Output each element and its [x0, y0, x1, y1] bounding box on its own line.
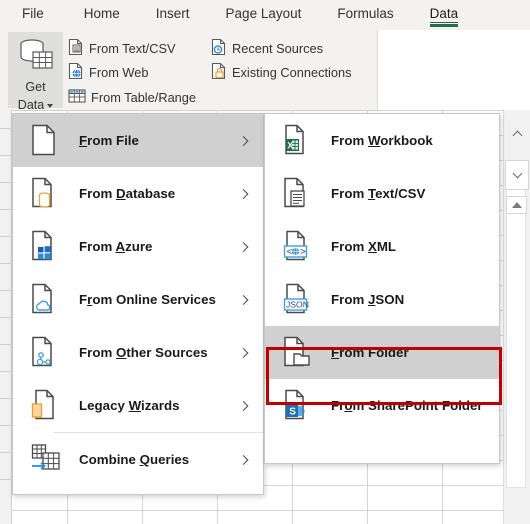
ribbon-from-table-range-label: From Table/Range — [91, 90, 197, 105]
combine-queries-icon — [31, 443, 61, 477]
triangle-up-icon — [511, 202, 522, 208]
ribbon-from-table-range[interactable]: From Table/Range — [68, 88, 196, 107]
get-data-label-line1: Get — [25, 80, 46, 94]
ribbon-existing-connections[interactable]: Existing Connections — [211, 62, 352, 83]
menu-item-from-database[interactable]: From Database — [13, 167, 263, 220]
submenu-item-from-folder-label: From Folder — [331, 345, 409, 360]
submenu-item-from-sharepoint-folder[interactable]: S From SharePoint Folder — [265, 379, 499, 432]
menu-item-legacy-wizards[interactable]: Legacy Wizards — [13, 379, 263, 432]
submenu-item-from-sharepoint-folder-label: From SharePoint Folder — [331, 398, 483, 413]
menu-item-from-azure[interactable]: From Azure — [13, 220, 263, 273]
svg-text:<: < — [287, 246, 293, 257]
tab-formulas[interactable]: Formulas — [327, 0, 403, 30]
svg-text:S: S — [289, 406, 296, 417]
text-document-icon — [283, 177, 313, 211]
ribbon-from-web[interactable]: From Web — [68, 62, 149, 83]
ribbon-right-blank — [378, 30, 530, 110]
menu-item-from-file-label: From File — [79, 133, 139, 148]
submenu-item-from-folder[interactable]: From Folder — [265, 326, 499, 379]
other-sources-icon — [31, 336, 61, 370]
get-data-button[interactable]: Get Data — [8, 32, 63, 112]
ribbon-from-text-csv-label: From Text/CSV — [89, 41, 176, 56]
chevron-down-icon — [512, 168, 522, 179]
menu-item-from-file[interactable]: From File — [13, 114, 263, 167]
submenu-item-from-workbook-label: From Workbook — [331, 133, 433, 148]
tab-insert[interactable]: Insert — [146, 0, 200, 30]
ribbon-group-divider — [377, 30, 378, 110]
menu-item-from-other-sources[interactable]: From Other Sources — [13, 326, 263, 379]
scroll-down-button[interactable] — [505, 160, 529, 190]
tab-insert-label: Insert — [155, 6, 190, 21]
menu-item-from-database-label: From Database — [79, 186, 176, 201]
tab-data-label: Data — [429, 6, 459, 23]
get-data-label-line2: Data — [17, 98, 45, 112]
menu-item-from-online-services-label: From Online Services — [79, 292, 216, 307]
legacy-wizards-icon — [31, 389, 61, 423]
database-table-icon — [17, 38, 55, 77]
menu-item-combine-queries-label: Combine Queries — [79, 452, 190, 467]
submenu-item-from-json-label: From JSON — [331, 292, 405, 307]
ribbon-recent-sources-label: Recent Sources — [232, 41, 324, 56]
tab-page-layout-label: Page Layout — [225, 6, 302, 21]
tab-home-label: Home — [83, 6, 120, 21]
excel-workbook-icon: X — [283, 124, 313, 158]
menu-item-from-online-services[interactable]: From Online Services — [13, 273, 263, 326]
folder-file-icon — [283, 336, 313, 370]
cloud-file-icon — [31, 283, 61, 317]
tab-data[interactable]: Data — [420, 0, 469, 30]
svg-text:JSON: JSON — [286, 299, 309, 309]
tab-formulas-label: Formulas — [337, 6, 394, 21]
menu-item-from-other-sources-label: From Other Sources — [79, 345, 208, 360]
row-header-strip[interactable] — [0, 110, 12, 524]
submenu-item-from-text-csv-label: From Text/CSV — [331, 186, 426, 201]
scroll-up-button[interactable] — [505, 120, 529, 148]
chevron-right-icon — [238, 347, 249, 358]
ribbon-existing-connections-label: Existing Connections — [232, 65, 352, 80]
menu-item-combine-queries[interactable]: Combine Queries — [13, 433, 263, 486]
ribbon-from-text-csv[interactable]: From Text/CSV — [68, 38, 176, 59]
globe-web-icon — [68, 62, 84, 83]
existing-connections-icon — [211, 62, 227, 83]
excel-window: File Home Insert Page Layout Formulas Da… — [0, 0, 530, 524]
chevron-right-icon — [238, 188, 249, 199]
svg-text:X: X — [287, 140, 293, 150]
azure-file-icon — [31, 230, 61, 264]
submenu-item-from-xml-label: From XML — [331, 239, 397, 254]
chevron-right-icon — [238, 241, 249, 252]
menu-item-from-azure-label: From Azure — [79, 239, 153, 254]
chevron-up-icon — [512, 130, 522, 141]
ribbon-from-web-label: From Web — [89, 65, 149, 80]
get-data-dropdown-menu[interactable]: From File From Database From Azure From … — [12, 113, 264, 495]
svg-text:>: > — [300, 246, 306, 257]
tab-file-label: File — [22, 6, 44, 21]
chevron-right-icon — [238, 400, 249, 411]
chevron-right-icon — [238, 454, 249, 465]
tab-home[interactable]: Home — [74, 0, 130, 30]
database-file-icon — [31, 177, 61, 211]
table-range-icon — [68, 88, 86, 107]
chevron-down-icon — [47, 103, 54, 108]
submenu-item-from-workbook[interactable]: X From Workbook — [265, 114, 499, 167]
menu-item-legacy-wizards-label: Legacy Wizards — [79, 398, 180, 413]
text-csv-icon — [68, 38, 84, 59]
tab-file[interactable]: File — [12, 0, 54, 30]
sharepoint-icon: S — [283, 389, 313, 423]
scrollbar-thumb[interactable] — [506, 188, 526, 488]
submenu-item-from-text-csv[interactable]: From Text/CSV — [265, 167, 499, 220]
recent-clock-icon — [211, 38, 227, 59]
xml-icon: < > — [283, 230, 313, 264]
tab-page-layout[interactable]: Page Layout — [216, 0, 312, 30]
from-file-submenu[interactable]: X From Workbook From Text/CSV < > From X… — [264, 113, 500, 464]
chevron-right-icon — [238, 135, 249, 146]
scroll-split-button[interactable] — [506, 196, 527, 214]
chevron-right-icon — [238, 294, 249, 305]
file-icon — [31, 124, 61, 158]
ribbon-recent-sources[interactable]: Recent Sources — [211, 38, 323, 59]
json-icon: JSON — [283, 283, 313, 317]
submenu-item-from-json[interactable]: JSON From JSON — [265, 273, 499, 326]
submenu-item-from-xml[interactable]: < > From XML — [265, 220, 499, 273]
ribbon-tabbar: File Home Insert Page Layout Formulas Da… — [0, 0, 530, 30]
